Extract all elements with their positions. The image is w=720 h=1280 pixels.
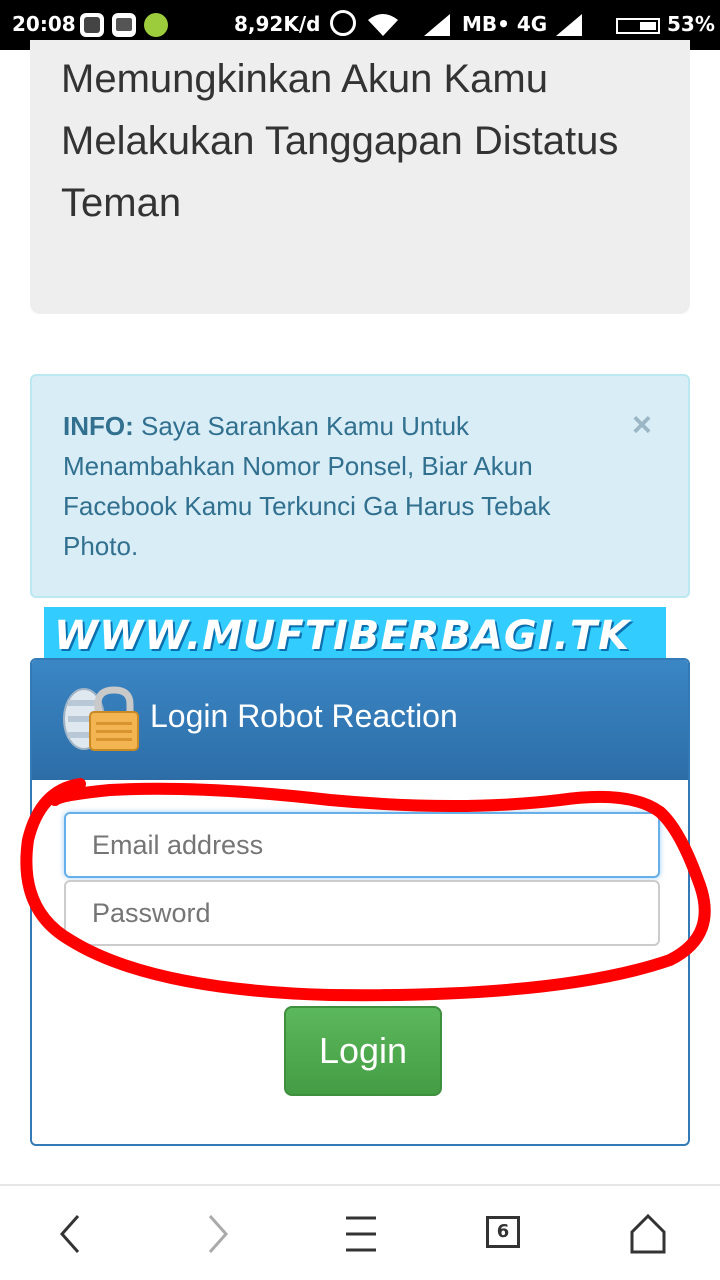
message-icon [112,13,136,37]
forward-icon[interactable] [178,1186,258,1280]
battery-percent: 53% [667,12,715,36]
carrier-label: MB• 4G [462,12,548,36]
alert-text: INFO: Saya Sarankan Kamu Untuk Menambahk… [63,406,623,566]
signal-icon [424,14,450,36]
feature-text: Memungkinkan Akun Kamu Melakukan Tanggap… [61,57,619,225]
feature-card: Memungkinkan Akun Kamu Melakukan Tanggap… [30,40,690,314]
alarm-icon [330,10,356,36]
home-icon[interactable] [606,1186,686,1280]
login-panel-header: Login Robot Reaction [32,660,688,780]
login-panel-title: Login Robot Reaction [150,698,458,734]
email-field[interactable] [64,812,660,878]
wifi-icon [368,14,398,36]
password-field[interactable] [64,880,660,946]
login-panel: Login Robot Reaction Login [30,658,690,1146]
menu-icon[interactable] [320,1186,400,1280]
browser-bottom-bar [0,1184,720,1280]
android-icon [144,13,168,37]
network-speed: 8,92K/d [234,12,321,36]
login-button[interactable]: Login [284,1006,442,1096]
status-time: 20:08 [12,12,76,36]
back-icon[interactable] [30,1186,110,1280]
bbm-icon [80,13,104,37]
watermark-banner: WWW.MUFTIBERBAGI.TK [44,607,666,663]
battery-icon [616,18,660,34]
alert-label: INFO: [63,411,134,441]
watermark-text: WWW.MUFTIBERBAGI.TK [54,613,631,659]
lock-icon [63,686,139,751]
info-alert: INFO: Saya Sarankan Kamu Untuk Menambahk… [30,374,690,598]
close-icon[interactable]: × [632,406,652,445]
alert-message: Saya Sarankan Kamu Untuk Menambahkan Nom… [63,411,551,561]
signal-icon [556,14,582,36]
tabs-icon[interactable]: 6 [486,1216,520,1248]
